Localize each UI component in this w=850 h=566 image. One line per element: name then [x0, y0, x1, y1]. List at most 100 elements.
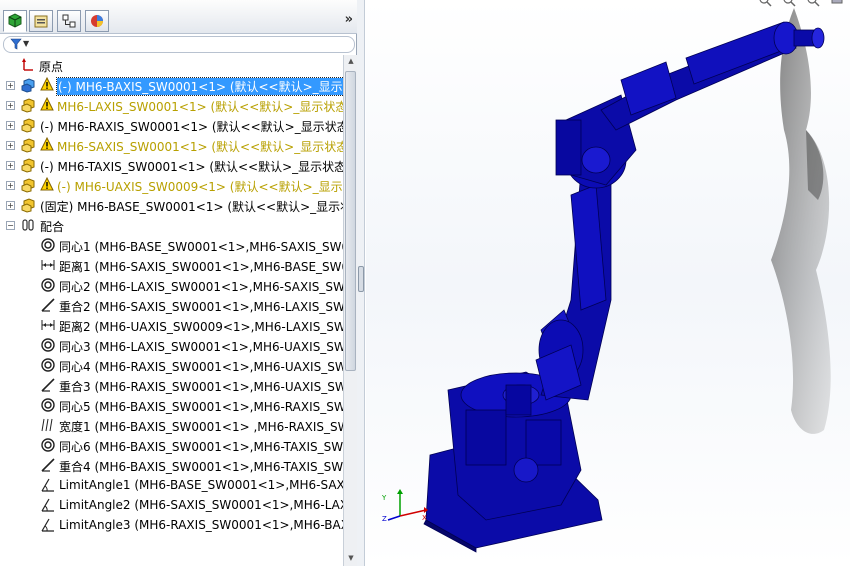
scrollbar-thumb[interactable] [345, 71, 356, 371]
part-assembly-icon [21, 138, 35, 153]
warning-triangle-icon [40, 137, 54, 151]
tree-item-mate-concentric[interactable]: 同心3 (MH6-LAXIS_SW0001<1>,MH6-UAXIS_SW0 [0, 335, 343, 355]
tree-item-component[interactable]: + (固定) MH6-BASE_SW0001<1> (默认<<默认>_显示状 [0, 195, 343, 215]
expand-toggle-icon[interactable]: + [6, 121, 15, 130]
concentric-mate-icon [41, 438, 55, 452]
tree-item-mate-concentric[interactable]: 同心1 (MH6-BASE_SW0001<1>,MH6-SAXIS_SW0 [0, 235, 343, 255]
warning-triangle-icon [40, 77, 54, 91]
filter-funnel-icon [10, 38, 22, 50]
width-mate-icon [41, 418, 53, 432]
concentric-mate-icon [41, 358, 55, 372]
tree-item-mate-coincident[interactable]: 重合2 (MH6-SAXIS_SW0001<1>,MH6-LAXIS_SW0 [0, 295, 343, 315]
concentric-mate-icon [41, 238, 55, 252]
collapse-toggle-icon[interactable]: − [6, 221, 15, 230]
display-manager-icon [91, 15, 103, 27]
limitangle-mate-icon [41, 498, 54, 512]
coincident-mate-icon [41, 378, 55, 392]
scroll-up-icon[interactable]: ▲ [346, 57, 356, 67]
part-assembly-icon [21, 158, 35, 173]
part-assembly-icon [21, 198, 35, 213]
tree-item-mate-concentric[interactable]: 同心2 (MH6-LAXIS_SW0001<1>,MH6-SAXIS_SW0 [0, 275, 343, 295]
feature-manager-panel: » ▼ 原点 + (-) MH6-BAXIS_SW0001<1> (默认<<默认>_… [0, 0, 357, 566]
mate-label: 距离2 (MH6-UAXIS_SW0009<1>,MH6-LAXIS_SW0 [59, 320, 343, 334]
expand-toggle-icon[interactable]: + [6, 181, 15, 190]
expand-toggle-icon[interactable]: + [6, 101, 15, 110]
mate-label: 同心5 (MH6-BAXIS_SW0001<1>,MH6-RAXIS_SW0 [59, 400, 343, 414]
expand-toggle-icon[interactable]: + [6, 81, 15, 90]
tree-item-mate-distance[interactable]: 距离2 (MH6-UAXIS_SW0009<1>,MH6-LAXIS_SW0 [0, 315, 343, 335]
component-label: (固定) MH6-BASE_SW0001<1> (默认<<默认>_显示状 [40, 200, 343, 214]
mate-label: 同心1 (MH6-BASE_SW0001<1>,MH6-SAXIS_SW0 [59, 240, 343, 254]
mate-label: LimitAngle2 (MH6-SAXIS_SW0001<1>,MH6-LAX… [59, 498, 343, 512]
splitter-handle-icon[interactable] [358, 266, 364, 292]
warning-triangle-icon [40, 97, 54, 111]
property-manager-icon [34, 15, 48, 28]
mate-label: LimitAngle3 (MH6-RAXIS_SW0001<1>,MH6-BAX [59, 518, 343, 532]
tree-item-component[interactable]: + MH6-SAXIS_SW0001<1> (默认<<默认>_显示状态 [0, 135, 343, 155]
component-label: (-) MH6-BAXIS_SW0001<1> (默认<<默认>_显示状 [56, 77, 343, 96]
tree-item-mate-concentric[interactable]: 同心6 (MH6-BAXIS_SW0001<1>,MH6-TAXIS_SW0 [0, 435, 343, 455]
coincident-mate-icon [41, 458, 55, 472]
tree-item-mates-folder[interactable]: − 配合 [0, 215, 343, 235]
expand-toggle-icon[interactable]: + [6, 161, 15, 170]
mate-label: 同心6 (MH6-BAXIS_SW0001<1>,MH6-TAXIS_SW0 [59, 440, 343, 454]
warning-triangle-icon [40, 177, 54, 191]
mate-label: 重合3 (MH6-RAXIS_SW0001<1>,MH6-UAXIS_SW0 [59, 380, 343, 394]
robot-arm-model[interactable] [366, 0, 850, 566]
mate-label: 同心3 (MH6-LAXIS_SW0001<1>,MH6-UAXIS_SW0 [59, 340, 343, 354]
configuration-manager-icon [62, 14, 76, 28]
tree-item-component[interactable]: + (-) MH6-BAXIS_SW0001<1> (默认<<默认>_显示状 [0, 75, 343, 96]
tree-item-component[interactable]: + (-) MH6-UAXIS_SW0009<1> (默认<<默认>_显示状 [0, 175, 343, 195]
tree-item-origin[interactable]: 原点 [0, 55, 343, 75]
component-label: (-) MH6-RAXIS_SW0001<1> (默认<<默认>_显示状态 [40, 120, 343, 134]
tree-item-component[interactable]: + (-) MH6-RAXIS_SW0001<1> (默认<<默认>_显示状态 [0, 115, 343, 135]
coordinate-triad: Y X Z [382, 489, 428, 522]
tree-item-mate-coincident[interactable]: 重合3 (MH6-RAXIS_SW0001<1>,MH6-UAXIS_SW0 [0, 375, 343, 395]
tree-item-mate-limitangle[interactable]: LimitAngle2 (MH6-SAXIS_SW0001<1>,MH6-LAX… [0, 495, 343, 515]
panel-splitter[interactable] [357, 0, 365, 566]
origin-axes-icon [22, 58, 33, 71]
configuration-manager-tab[interactable] [57, 10, 81, 32]
tree-item-mate-distance[interactable]: 距离1 (MH6-SAXIS_SW0001<1>,MH6-BASE_SW0 [0, 255, 343, 275]
tree-item-mate-width[interactable]: 宽度1 (MH6-BAXIS_SW0001<1> ,MH6-RAXIS_SW [0, 415, 343, 435]
panel-expand-chevron[interactable]: » [345, 12, 354, 27]
component-label: MH6-LAXIS_SW0001<1> (默认<<默认>_显示状态 [57, 100, 343, 114]
expand-toggle-icon[interactable]: + [6, 201, 15, 210]
svg-text:Y: Y [382, 494, 387, 502]
display-manager-tab[interactable] [85, 10, 109, 32]
mate-label: 重合4 (MH6-BAXIS_SW0001<1>,MH6-TAXIS_SW0 [59, 460, 343, 474]
tree-vertical-scrollbar[interactable]: ▲ ▼ [343, 55, 357, 566]
distance-mate-icon [41, 320, 55, 330]
mate-label: 同心4 (MH6-RAXIS_SW0001<1>,MH6-UAXIS_SW0 [59, 360, 343, 374]
svg-text:X: X [422, 514, 427, 522]
part-assembly-icon [21, 118, 35, 133]
scroll-down-icon[interactable]: ▼ [346, 554, 356, 564]
concentric-mate-icon [41, 338, 55, 352]
feature-tree-icon [8, 13, 22, 28]
tree-item-mate-concentric[interactable]: 同心4 (MH6-RAXIS_SW0001<1>,MH6-UAXIS_SW0 [0, 355, 343, 375]
component-label: (-) MH6-UAXIS_SW0009<1> (默认<<默认>_显示状 [57, 180, 343, 194]
tree-item-mate-limitangle[interactable]: LimitAngle1 (MH6-BASE_SW0001<1>,MH6-SAXI… [0, 475, 343, 495]
coincident-mate-icon [41, 298, 55, 312]
mate-label: 同心2 (MH6-LAXIS_SW0001<1>,MH6-SAXIS_SW0 [59, 280, 343, 294]
tree-item-component[interactable]: + MH6-LAXIS_SW0001<1> (默认<<默认>_显示状态 [0, 95, 343, 115]
expand-toggle-icon[interactable]: + [6, 141, 15, 150]
robot-body [423, 21, 825, 553]
limitangle-mate-icon [41, 478, 54, 492]
tree-filter-input[interactable]: ▼ [3, 36, 355, 53]
feature-manager-tab[interactable] [3, 10, 27, 32]
tree-item-label: 原点 [39, 60, 64, 74]
component-label: (-) MH6-TAXIS_SW0001<1> (默认<<默认>_显示状态 [40, 160, 343, 174]
mates-folder-label: 配合 [40, 220, 65, 234]
component-label: MH6-SAXIS_SW0001<1> (默认<<默认>_显示状态 [57, 140, 343, 154]
property-manager-tab[interactable] [29, 10, 53, 32]
tree-item-mate-coincident[interactable]: 重合4 (MH6-BAXIS_SW0001<1>,MH6-TAXIS_SW0 [0, 455, 343, 475]
part-assembly-icon [21, 178, 35, 193]
part-assembly-icon [21, 78, 35, 93]
tree-item-mate-limitangle[interactable]: LimitAngle3 (MH6-RAXIS_SW0001<1>,MH6-BAX [0, 515, 343, 535]
limitangle-mate-icon [41, 518, 54, 532]
filter-dropdown-icon[interactable]: ▼ [23, 39, 29, 48]
graphics-viewport[interactable]: Y X Z [366, 0, 850, 566]
tree-item-mate-concentric[interactable]: 同心5 (MH6-BAXIS_SW0001<1>,MH6-RAXIS_SW0 [0, 395, 343, 415]
tree-item-component[interactable]: + (-) MH6-TAXIS_SW0001<1> (默认<<默认>_显示状态 [0, 155, 343, 175]
